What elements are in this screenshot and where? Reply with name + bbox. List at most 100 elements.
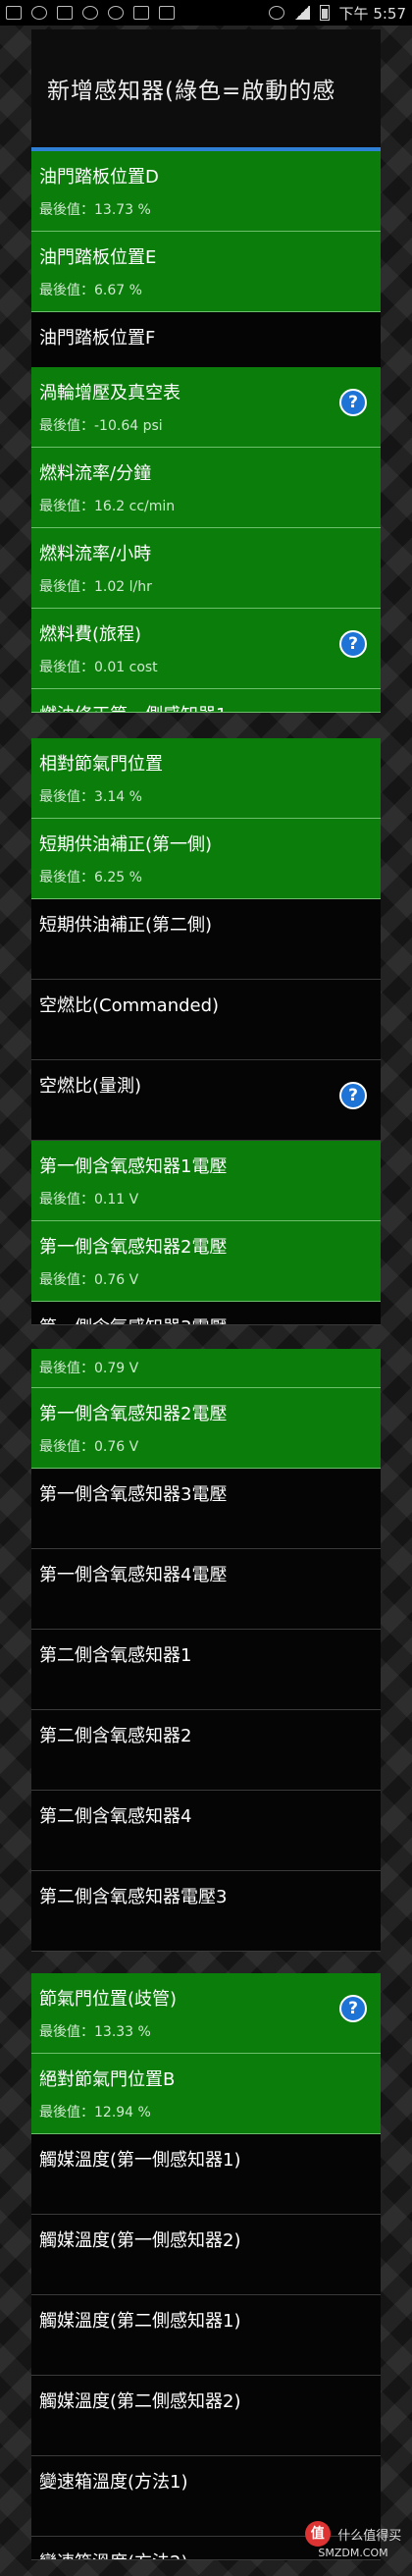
sim-icon [6,6,22,20]
sensor-name: 燃油修正第一側感知器1 [39,701,373,712]
sensor-row[interactable]: 第一側含氧感知器1電壓 最後值：0.11 V [31,1141,381,1221]
help-icon[interactable]: ? [339,630,367,658]
download-icon [133,6,149,20]
help-icon[interactable]: ? [339,1995,367,2022]
last-value-label: 最後值： [39,660,94,675]
sensor-list-section: 節氣門位置(歧管) 最後值：13.33 %? 絕對節氣門位置B 最後值：12.94 %… [31,1973,381,2560]
watermark-logo: 值 什么值得买 SMZDM.COM [300,2521,406,2570]
question-icon [82,6,98,20]
sensor-row[interactable]: 第二側含氧感知器2 [31,1710,381,1791]
sensor-name: 觸媒溫度(第一側感知器2) [39,2230,241,2251]
sensor-row[interactable]: 最後值：0.79 V [31,1349,381,1388]
sensor-last-value: 最後值：13.73 % [39,199,151,219]
sensor-row[interactable]: 第二側含氧感知器1 [31,1630,381,1710]
sensor-row[interactable]: 渦輪增壓及真空表 最後值：-10.64 psi? [31,367,381,448]
sensor-row[interactable]: 短期供油補正(第一側) 最後值：6.25 % [31,819,381,899]
sensor-row[interactable]: 第二側含氧感知器4 [31,1791,381,1871]
last-value-label: 最後值： [39,2024,94,2040]
help-icon[interactable]: ? [339,1082,367,1109]
last-value-number: 13.33 % [94,2024,151,2040]
sensor-name: 燃料流率/分鐘 [39,463,152,484]
last-value-label: 最後值： [39,1192,94,1208]
last-value-number: 6.25 % [94,870,142,886]
last-value-number: 0.11 V [94,1192,139,1208]
sensor-row[interactable]: 第一側含氧感知器2電壓 最後值：0.76 V [31,1388,381,1469]
sensor-row[interactable]: 第一側含氧感知器3電壓 [31,1302,381,1325]
page-title: 新增感知器(綠色=啟動的感 [31,29,381,151]
dialog-title-panel: 新增感知器(綠色=啟動的感 [31,29,381,151]
sensor-last-value: 最後值：6.67 % [39,280,142,299]
last-value-label: 最後值： [39,202,94,218]
last-value-label: 最後值： [39,1439,94,1455]
last-value-number: 13.73 % [94,202,151,218]
sensor-name: 第二側含氧感知器電壓3 [39,1887,228,1907]
sensor-row[interactable]: 第一側含氧感知器2電壓 最後值：0.76 V [31,1221,381,1302]
sensor-name: 燃料費(旅程) [39,624,142,645]
sensor-list-section: 渦輪增壓及真空表 最後值：-10.64 psi? 燃料流率/分鐘 最後值：16.2 c… [31,367,381,713]
sensor-row[interactable]: 第一側含氧感知器3電壓 [31,1469,381,1549]
sensor-row[interactable]: 觸媒溫度(第二側感知器2) [31,2376,381,2456]
sensor-last-value: 最後值：6.25 % [39,867,142,886]
sensor-row[interactable]: 觸媒溫度(第二側感知器1) [31,2295,381,2376]
sensor-last-value: 最後值：0.76 V [39,1436,138,1456]
last-value-label: 最後值： [39,789,94,805]
last-value-number: -10.64 psi [94,418,163,434]
last-value-label: 最後值： [39,499,94,514]
sensor-name: 第一側含氧感知器2電壓 [39,1404,228,1424]
sensor-name: 油門踏板位置F [39,328,156,349]
sensor-last-value: 最後值：1.02 l/hr [39,576,152,596]
sensor-row[interactable]: 燃料費(旅程) 最後值：0.01 cost? [31,609,381,689]
sensor-name: 節氣門位置(歧管) [39,1989,178,2010]
sensor-row[interactable]: 油門踏板位置E 最後值：6.67 % [31,232,381,312]
sensor-row[interactable]: 相對節氣門位置 最後值：3.14 % [31,738,381,819]
sensor-last-value: 最後值：16.2 cc/min [39,496,175,515]
sensor-list-section: 相對節氣門位置 最後值：3.14 % 短期供油補正(第一側) 最後值：6.25 % 短期… [31,738,381,1325]
sensor-name: 第二側含氧感知器4 [39,1806,192,1827]
sensor-row[interactable]: 第二側含氧感知器電壓3 [31,1871,381,1952]
sensor-last-value: 最後值：13.33 % [39,2021,151,2041]
sensor-name: 第二側含氧感知器1 [39,1645,192,1666]
sensor-name: 空燃比(量測) [39,1076,142,1097]
sensor-name: 絕對節氣門位置B [39,2069,176,2090]
sensor-name: 第一側含氧感知器3電壓 [39,1484,228,1505]
sensor-row[interactable]: 觸媒溫度(第一側感知器1) [31,2134,381,2215]
sensor-name: 變速箱溫度(方法1) [39,2472,188,2493]
sensor-row[interactable]: 絕對節氣門位置B 最後值：12.94 % [31,2054,381,2134]
sensor-name: 第一側含氧感知器3電壓 [39,1314,373,1324]
sensor-row[interactable]: 油門踏板位置D 最後值：13.73 % [31,151,381,232]
sensor-last-value: 最後值：0.11 V [39,1189,138,1208]
sensor-row[interactable]: 空燃比(量測)? [31,1060,381,1141]
help-icon[interactable]: ? [339,389,367,416]
sensor-list-section: 油門踏板位置D 最後值：13.73 % 油門踏板位置E 最後值：6.67 % 油門踏板位… [31,151,381,393]
sensor-last-value: 最後值：0.79 V [39,1358,138,1377]
last-value-number: 0.01 cost [94,660,158,675]
sensor-name: 空燃比(Commanded) [39,995,220,1016]
sensor-name: 渦輪增壓及真空表 [39,383,180,403]
sensor-row[interactable]: 短期供油補正(第二側) [31,899,381,980]
sensor-row[interactable]: 燃料流率/小時 最後值：1.02 l/hr [31,528,381,609]
last-value-label: 最後值： [39,1361,94,1376]
sensor-name: 觸媒溫度(第二側感知器2) [39,2391,241,2412]
sensor-name: 第一側含氧感知器2電壓 [39,1237,228,1258]
sensor-last-value: 最後值：3.14 % [39,786,142,806]
sensor-row[interactable]: 節氣門位置(歧管) 最後值：13.33 %? [31,1973,381,2054]
sensor-last-value: 最後值：-10.64 psi [39,415,163,435]
usb-icon [159,6,175,20]
last-value-label: 最後值： [39,1272,94,1288]
sensor-name: 短期供油補正(第一側) [39,834,213,855]
status-time: 下午 5:57 [338,4,406,23]
signal-icon [293,6,310,20]
sensor-row[interactable]: 燃料流率/分鐘最後值：16.2 cc/min [31,448,381,528]
last-value-label: 最後值： [39,2105,94,2120]
sensor-name: 短期供油補正(第二側) [39,915,213,936]
sensor-last-value: 最後值：0.01 cost [39,657,158,676]
sensor-row[interactable]: 空燃比(Commanded) [31,980,381,1060]
sensor-name: 第一側含氧感知器4電壓 [39,1565,228,1585]
sensor-row[interactable]: 觸媒溫度(第一側感知器2) [31,2215,381,2295]
sensor-name: 油門踏板位置E [39,247,157,268]
last-value-number: 0.79 V [94,1361,139,1376]
last-value-number: 0.76 V [94,1439,139,1455]
brightness-icon [108,6,124,20]
sensor-row[interactable]: 燃油修正第一側感知器1 [31,689,381,713]
sensor-row[interactable]: 第一側含氧感知器4電壓 [31,1549,381,1630]
